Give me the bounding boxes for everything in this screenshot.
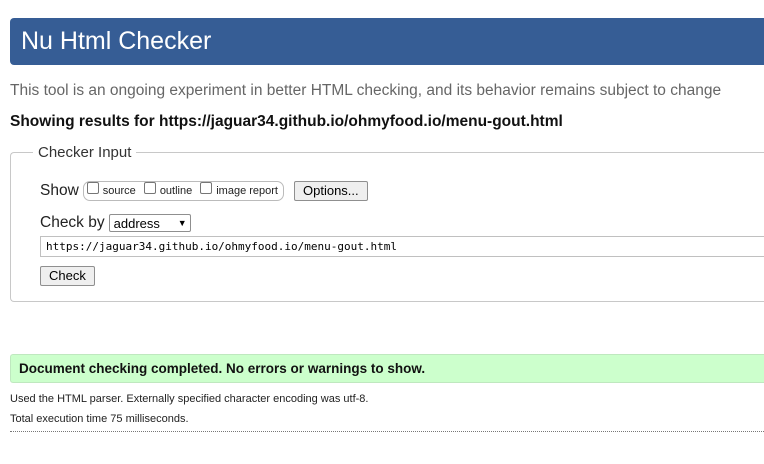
show-image-report-option[interactable]: image report xyxy=(200,182,278,197)
header-banner: Nu Html Checker xyxy=(10,18,764,65)
success-message-box: Document checking completed. No errors o… xyxy=(10,354,764,383)
image-report-label: image report xyxy=(216,185,278,197)
show-label: Show xyxy=(40,182,79,199)
checker-input-fieldset: Checker Input Show source outline image … xyxy=(10,144,764,302)
show-options-group: source outline image report xyxy=(82,181,284,201)
success-message: Document checking completed. No errors o… xyxy=(19,361,426,376)
check-by-value: address xyxy=(113,215,160,231)
outline-checkbox[interactable] xyxy=(143,182,156,194)
image-report-checkbox[interactable] xyxy=(200,182,213,194)
source-label: source xyxy=(102,185,136,197)
url-input[interactable] xyxy=(40,236,764,257)
page-title: Nu Html Checker xyxy=(21,27,212,55)
result-details: Used the HTML parser. Externally specifi… xyxy=(10,389,368,429)
outline-label: outline xyxy=(159,185,193,197)
show-outline-option[interactable]: outline xyxy=(143,182,193,197)
divider xyxy=(10,431,764,432)
results-heading: Showing results for https://jaguar34.git… xyxy=(10,113,563,130)
check-by-label: Check by xyxy=(40,214,105,231)
execution-time: Total execution time 75 milliseconds. xyxy=(10,413,189,425)
check-by-select[interactable]: address ▼ xyxy=(108,214,191,232)
show-row: Show source outline image report Options… xyxy=(40,180,368,202)
checker-input-legend: Checker Input xyxy=(33,144,137,161)
check-button[interactable]: Check xyxy=(40,266,95,286)
source-checkbox[interactable] xyxy=(86,182,99,194)
page: Nu Html Checker This tool is an ongoing … xyxy=(0,0,764,464)
intro-text: This tool is an ongoing experiment in be… xyxy=(10,82,722,99)
options-button[interactable]: Options... xyxy=(294,181,368,201)
show-source-option[interactable]: source xyxy=(86,182,136,197)
check-by-row: Check by address ▼ xyxy=(40,214,191,232)
dropdown-arrow-icon: ▼ xyxy=(177,218,187,228)
parser-info: Used the HTML parser. Externally specifi… xyxy=(10,393,369,405)
